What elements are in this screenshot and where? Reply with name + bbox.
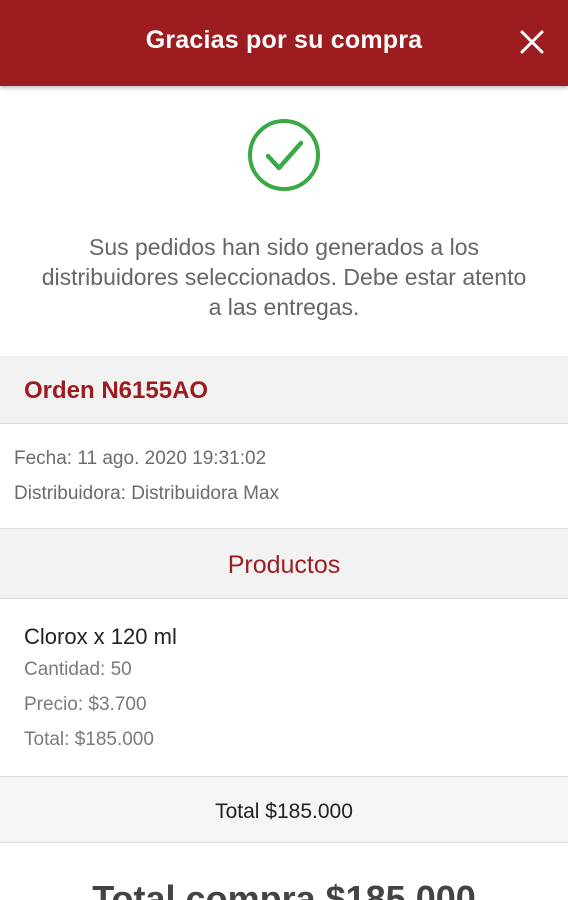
header-title: Gracias por su compra	[145, 26, 423, 54]
confirmation-message: Sus pedidos han sido generados a los dis…	[10, 232, 558, 322]
order-total-bar: Total $185.000	[0, 776, 568, 843]
product-total: Total: $185.000	[24, 729, 154, 750]
product-item: Clorox x 120 ml Cantidad: 50 Precio: $3.…	[0, 600, 568, 776]
order-title: Orden N6155AO	[24, 377, 209, 404]
products-header: Productos	[0, 528, 568, 599]
order-distributor: Distribuidora: Distribuidora Max	[14, 483, 280, 504]
order-header: Orden N6155AO	[0, 356, 568, 424]
app-header: Gracias por su compra	[0, 0, 568, 86]
order-date: Fecha: 11 ago. 2020 19:31:02	[14, 448, 267, 469]
message-line: distribuidores seleccionados. Debe estar…	[41, 264, 527, 290]
product-quantity: Cantidad: 50	[24, 659, 132, 680]
message-line: Sus pedidos han sido generados a los	[88, 234, 479, 260]
order-total: Total $185.000	[215, 800, 353, 823]
products-title: Productos	[227, 551, 341, 579]
product-price: Precio: $3.700	[24, 694, 147, 715]
success-check-icon	[247, 118, 321, 192]
order-info: Fecha: 11 ago. 2020 19:31:02 Distribuido…	[0, 425, 568, 528]
grand-total: Total compra $185.000	[92, 878, 476, 900]
close-icon[interactable]	[518, 28, 546, 56]
product-name: Clorox x 120 ml	[24, 624, 177, 649]
message-line: a las entregas.	[208, 294, 360, 320]
